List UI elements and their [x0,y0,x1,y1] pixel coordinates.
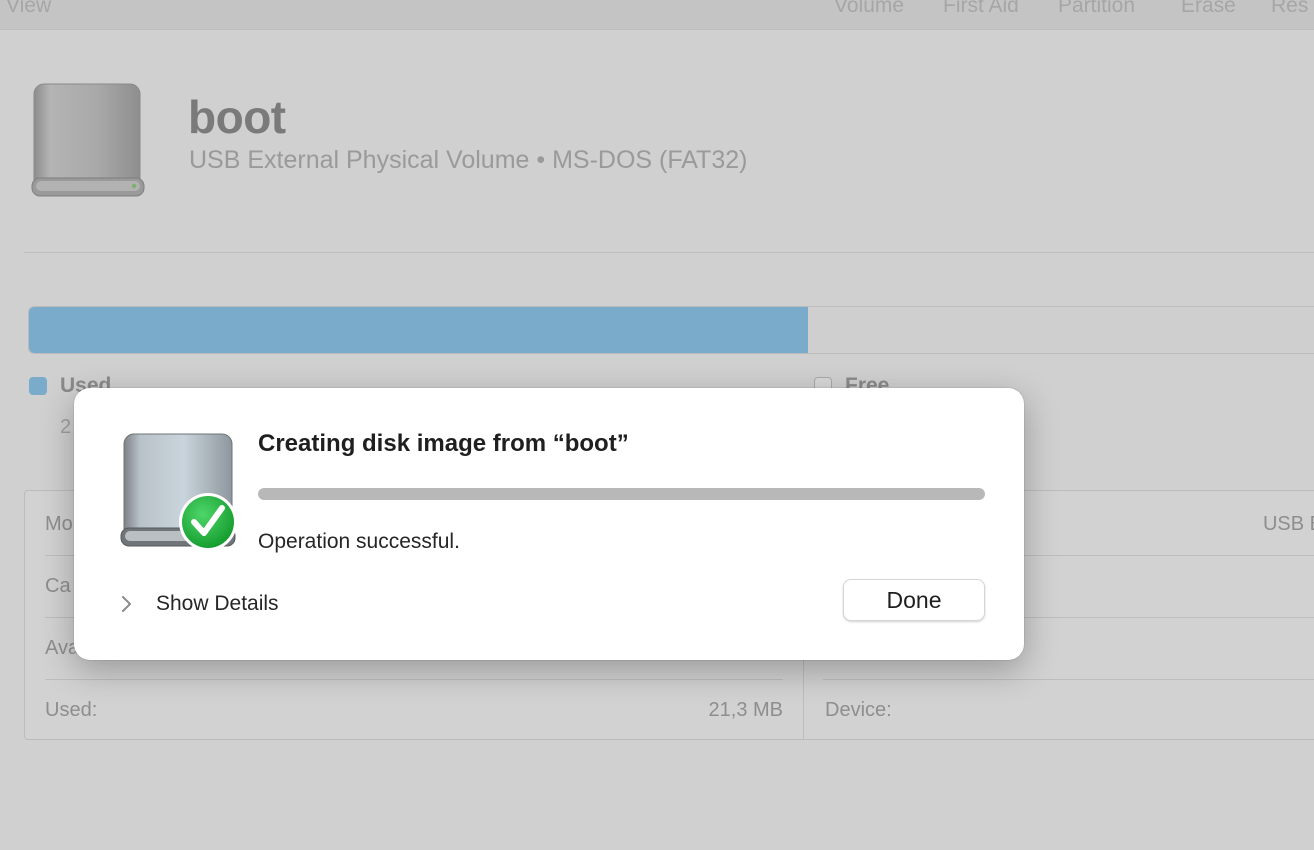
partition-button[interactable]: Partition [1058,0,1135,18]
dialog-progress-fill [258,488,985,500]
disk-utility-window: View Volume First Aid Partition Erase Re… [0,0,1314,850]
used-legend-swatch [29,377,47,395]
done-button[interactable]: Done [843,579,985,621]
storage-used-segment [29,307,808,353]
disk-image-dialog: Creating disk image from “boot” Operatio… [74,388,1024,660]
dialog-title: Creating disk image from “boot” [258,430,629,457]
row-divider [823,679,1314,680]
used-label: Used: [45,699,98,721]
dialog-progress-bar [258,488,985,500]
restore-button[interactable]: Res [1271,0,1308,18]
show-details-disclosure[interactable]: Show Details [118,590,358,620]
drive-success-icon [120,433,237,551]
connection-value: USB E [1262,513,1314,535]
device-label: Device: [825,699,892,721]
erase-button[interactable]: Erase [1181,0,1236,18]
external-drive-icon [31,83,145,197]
used-value: 21,3 MB [708,699,783,721]
capacity-label: Ca [45,575,71,597]
show-details-label: Show Details [156,592,279,615]
volume-name: boot [188,91,286,143]
divider [24,252,1314,253]
view-menu-button[interactable]: View [6,0,51,18]
chevron-right-icon [122,596,131,612]
volume-button[interactable]: Volume [834,0,904,18]
mount-point-label: Mo [45,513,73,535]
dialog-status-text: Operation successful. [258,530,460,553]
storage-usage-bar [28,306,1314,354]
row-divider [45,679,783,680]
toolbar: View Volume First Aid Partition Erase Re… [0,0,1314,30]
used-legend-value: 2 [60,416,72,438]
first-aid-button[interactable]: First Aid [943,0,1019,18]
volume-subtitle: USB External Physical Volume • MS-DOS (F… [189,146,748,174]
